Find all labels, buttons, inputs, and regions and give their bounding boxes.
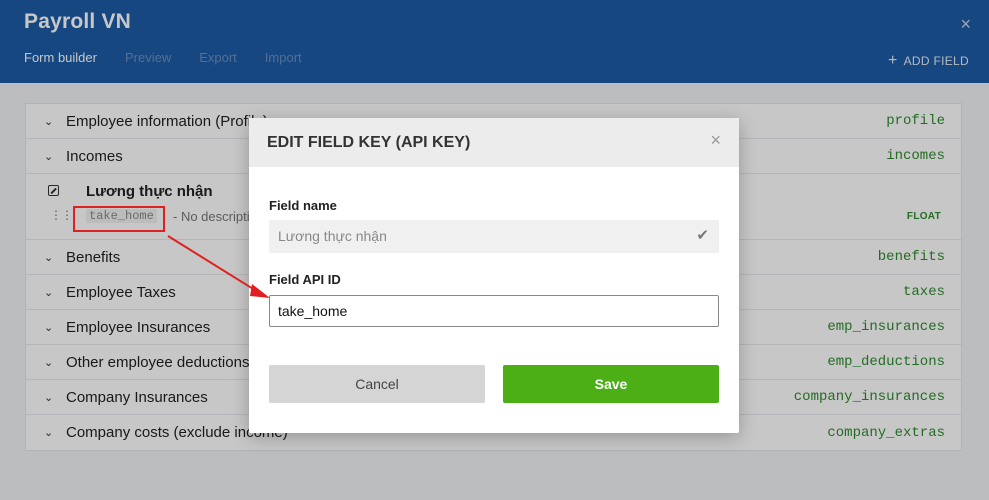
cancel-button[interactable]: Cancel [269,365,485,403]
close-icon[interactable]: × [710,130,721,151]
annotation-highlight-box [73,206,165,232]
field-name-display: Lương thực nhận ✔ [269,220,719,253]
edit-field-key-dialog: EDIT FIELD KEY (API KEY) × Field name Lư… [249,118,739,433]
api-id-input[interactable] [269,295,719,327]
dialog-title: EDIT FIELD KEY (API KEY) [267,133,471,151]
save-button[interactable]: Save [503,365,719,403]
dialog-header: EDIT FIELD KEY (API KEY) × [249,118,739,167]
field-name-value: Lương thực nhận [278,228,387,244]
api-id-label: Field API ID [269,272,341,287]
check-icon: ✔ [696,227,709,244]
field-name-label: Field name [269,198,337,213]
